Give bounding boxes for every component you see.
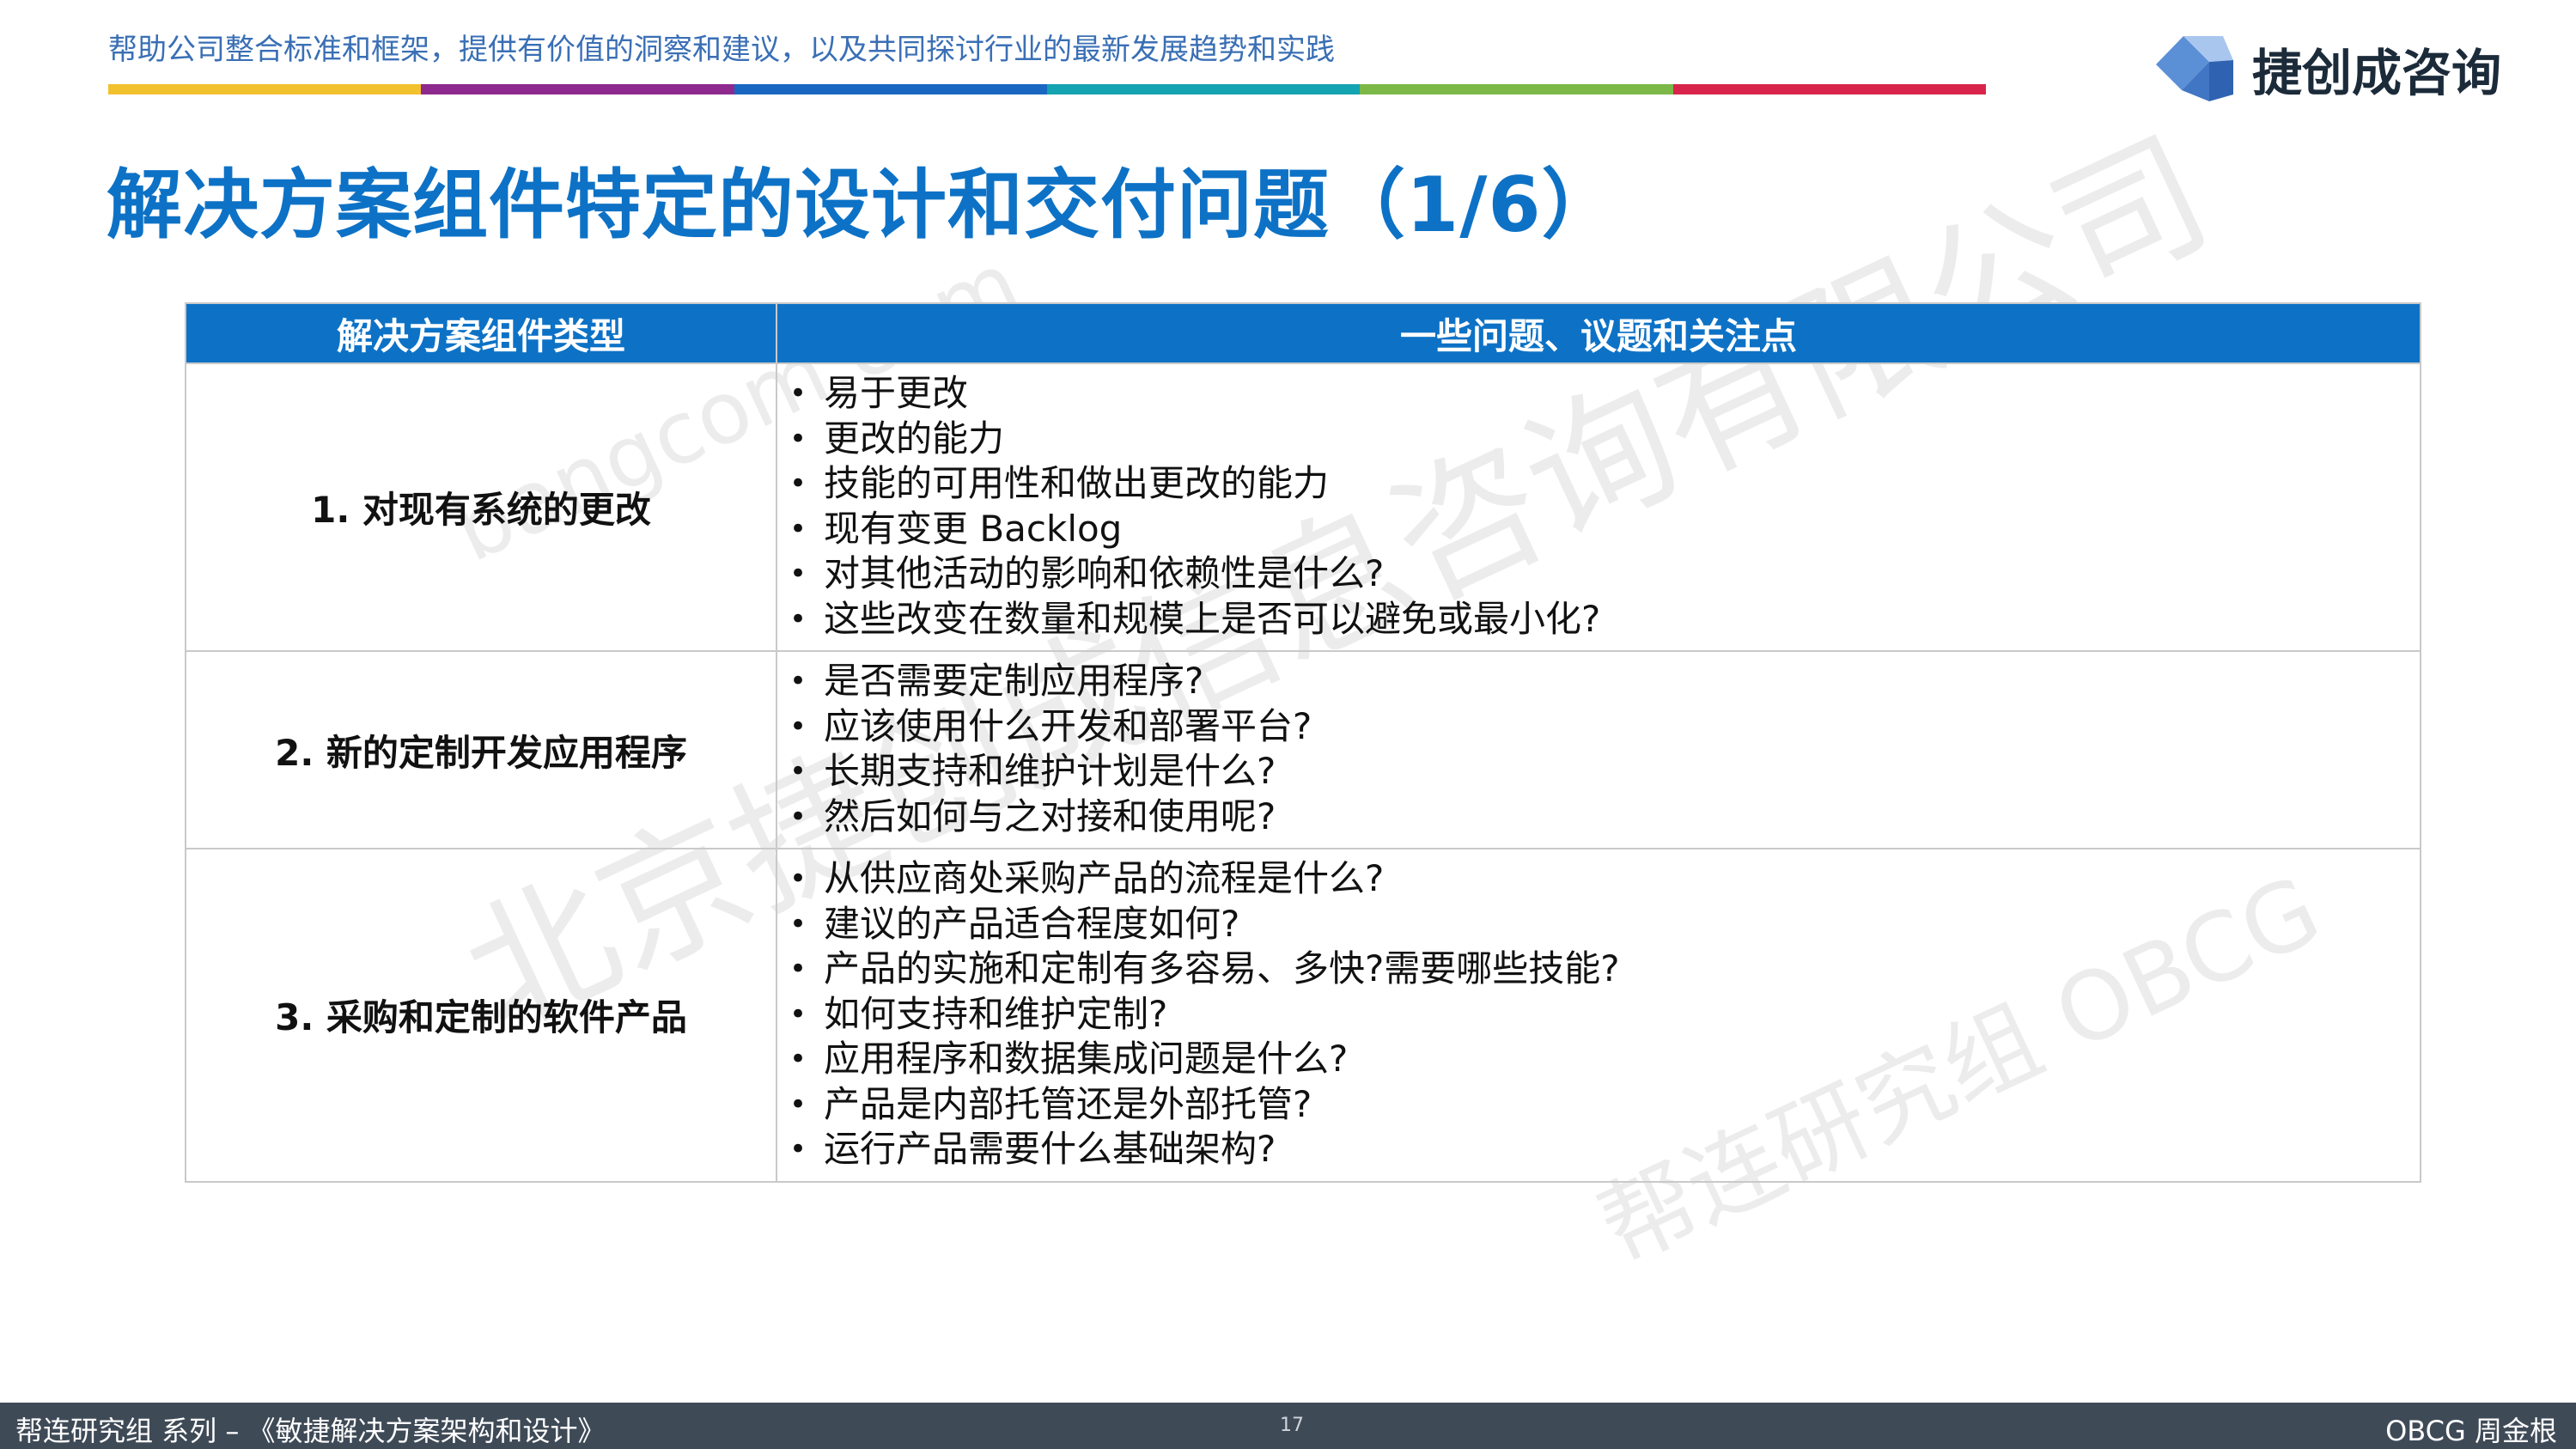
list-item: 如何支持和维护定制? <box>789 992 2420 1038</box>
issues-cell: 易于更改 更改的能力 技能的可用性和做出更改的能力 现有变更 Backlog 对… <box>776 362 2421 652</box>
cube-logo-icon <box>2156 36 2233 101</box>
list-item: 对其他活动的影响和依赖性是什么? <box>789 551 2420 597</box>
list-item: 易于更改 <box>789 371 2420 417</box>
color-bar-segment <box>421 84 734 94</box>
issues-table: 解决方案组件类型 一些问题、议题和关注点 1. 对现有系统的更改 易于更改 更改… <box>185 302 2421 1183</box>
table-row: 2. 新的定制开发应用程序 是否需要定制应用程序? 应该使用什么开发和部署平台?… <box>185 650 2421 849</box>
issue-list: 是否需要定制应用程序? 应该使用什么开发和部署平台? 长期支持和维护计划是什么?… <box>777 659 2420 839</box>
color-bar-segment <box>1360 84 1673 94</box>
issues-cell: 从供应商处采购产品的流程是什么? 建议的产品适合程度如何? 产品的实施和定制有多… <box>776 848 2421 1183</box>
list-item: 现有变更 Backlog <box>789 507 2420 552</box>
list-item: 是否需要定制应用程序? <box>789 659 2420 704</box>
footer-bar: 帮连研究组 系列 – 《敏捷解决方案架构和设计》 17 OBCG 周金根 <box>0 1403 2576 1449</box>
header-tagline: 帮助公司整合标准和框架，提供有价值的洞察和建议，以及共同探讨行业的最新发展趋势和… <box>108 33 1335 67</box>
list-item: 技能的可用性和做出更改的能力 <box>789 461 2420 507</box>
header-color-bar <box>108 84 1986 94</box>
logo-text: 捷创成咨询 <box>2252 44 2502 102</box>
list-item: 应用程序和数据集成问题是什么? <box>789 1037 2420 1082</box>
issues-cell: 是否需要定制应用程序? 应该使用什么开发和部署平台? 长期支持和维护计划是什么?… <box>776 650 2421 849</box>
page-title: 解决方案组件特定的设计和交付问题（1/6） <box>107 161 1618 249</box>
color-bar-segment <box>734 84 1047 94</box>
column-header-type: 解决方案组件类型 <box>185 302 777 364</box>
list-item: 运行产品需要什么基础架构? <box>789 1127 2420 1172</box>
component-type-cell: 3. 采购和定制的软件产品 <box>185 848 777 1183</box>
page-number: 17 <box>1280 1415 1304 1436</box>
table-row: 1. 对现有系统的更改 易于更改 更改的能力 技能的可用性和做出更改的能力 现有… <box>185 362 2421 652</box>
list-item: 产品是内部托管还是外部托管? <box>789 1082 2420 1128</box>
color-bar-segment <box>1046 84 1361 94</box>
list-item: 产品的实施和定制有多容易、多快?需要哪些技能? <box>789 947 2420 992</box>
issue-list: 易于更改 更改的能力 技能的可用性和做出更改的能力 现有变更 Backlog 对… <box>777 371 2420 642</box>
footer-author: OBCG 周金根 <box>2385 1415 2557 1447</box>
company-logo: 捷创成咨询 <box>2147 26 2501 112</box>
footer-series-title: 帮连研究组 系列 – 《敏捷解决方案架构和设计》 <box>15 1415 606 1447</box>
color-bar-segment <box>1672 84 1986 94</box>
list-item: 长期支持和维护计划是什么? <box>789 749 2420 795</box>
list-item: 这些改变在数量和规模上是否可以避免或最小化? <box>789 597 2420 642</box>
issue-list: 从供应商处采购产品的流程是什么? 建议的产品适合程度如何? 产品的实施和定制有多… <box>777 856 2420 1172</box>
list-item: 应该使用什么开发和部署平台? <box>789 704 2420 750</box>
component-type-cell: 1. 对现有系统的更改 <box>185 362 777 652</box>
color-bar-segment <box>108 84 422 94</box>
list-item: 更改的能力 <box>789 417 2420 462</box>
list-item: 然后如何与之对接和使用呢? <box>789 795 2420 840</box>
component-type-cell: 2. 新的定制开发应用程序 <box>185 650 777 849</box>
list-item: 从供应商处采购产品的流程是什么? <box>789 856 2420 902</box>
list-item: 建议的产品适合程度如何? <box>789 902 2420 947</box>
table-row: 3. 采购和定制的软件产品 从供应商处采购产品的流程是什么? 建议的产品适合程度… <box>185 848 2421 1183</box>
column-header-issues: 一些问题、议题和关注点 <box>776 302 2421 364</box>
table-header-row: 解决方案组件类型 一些问题、议题和关注点 <box>185 302 2421 364</box>
